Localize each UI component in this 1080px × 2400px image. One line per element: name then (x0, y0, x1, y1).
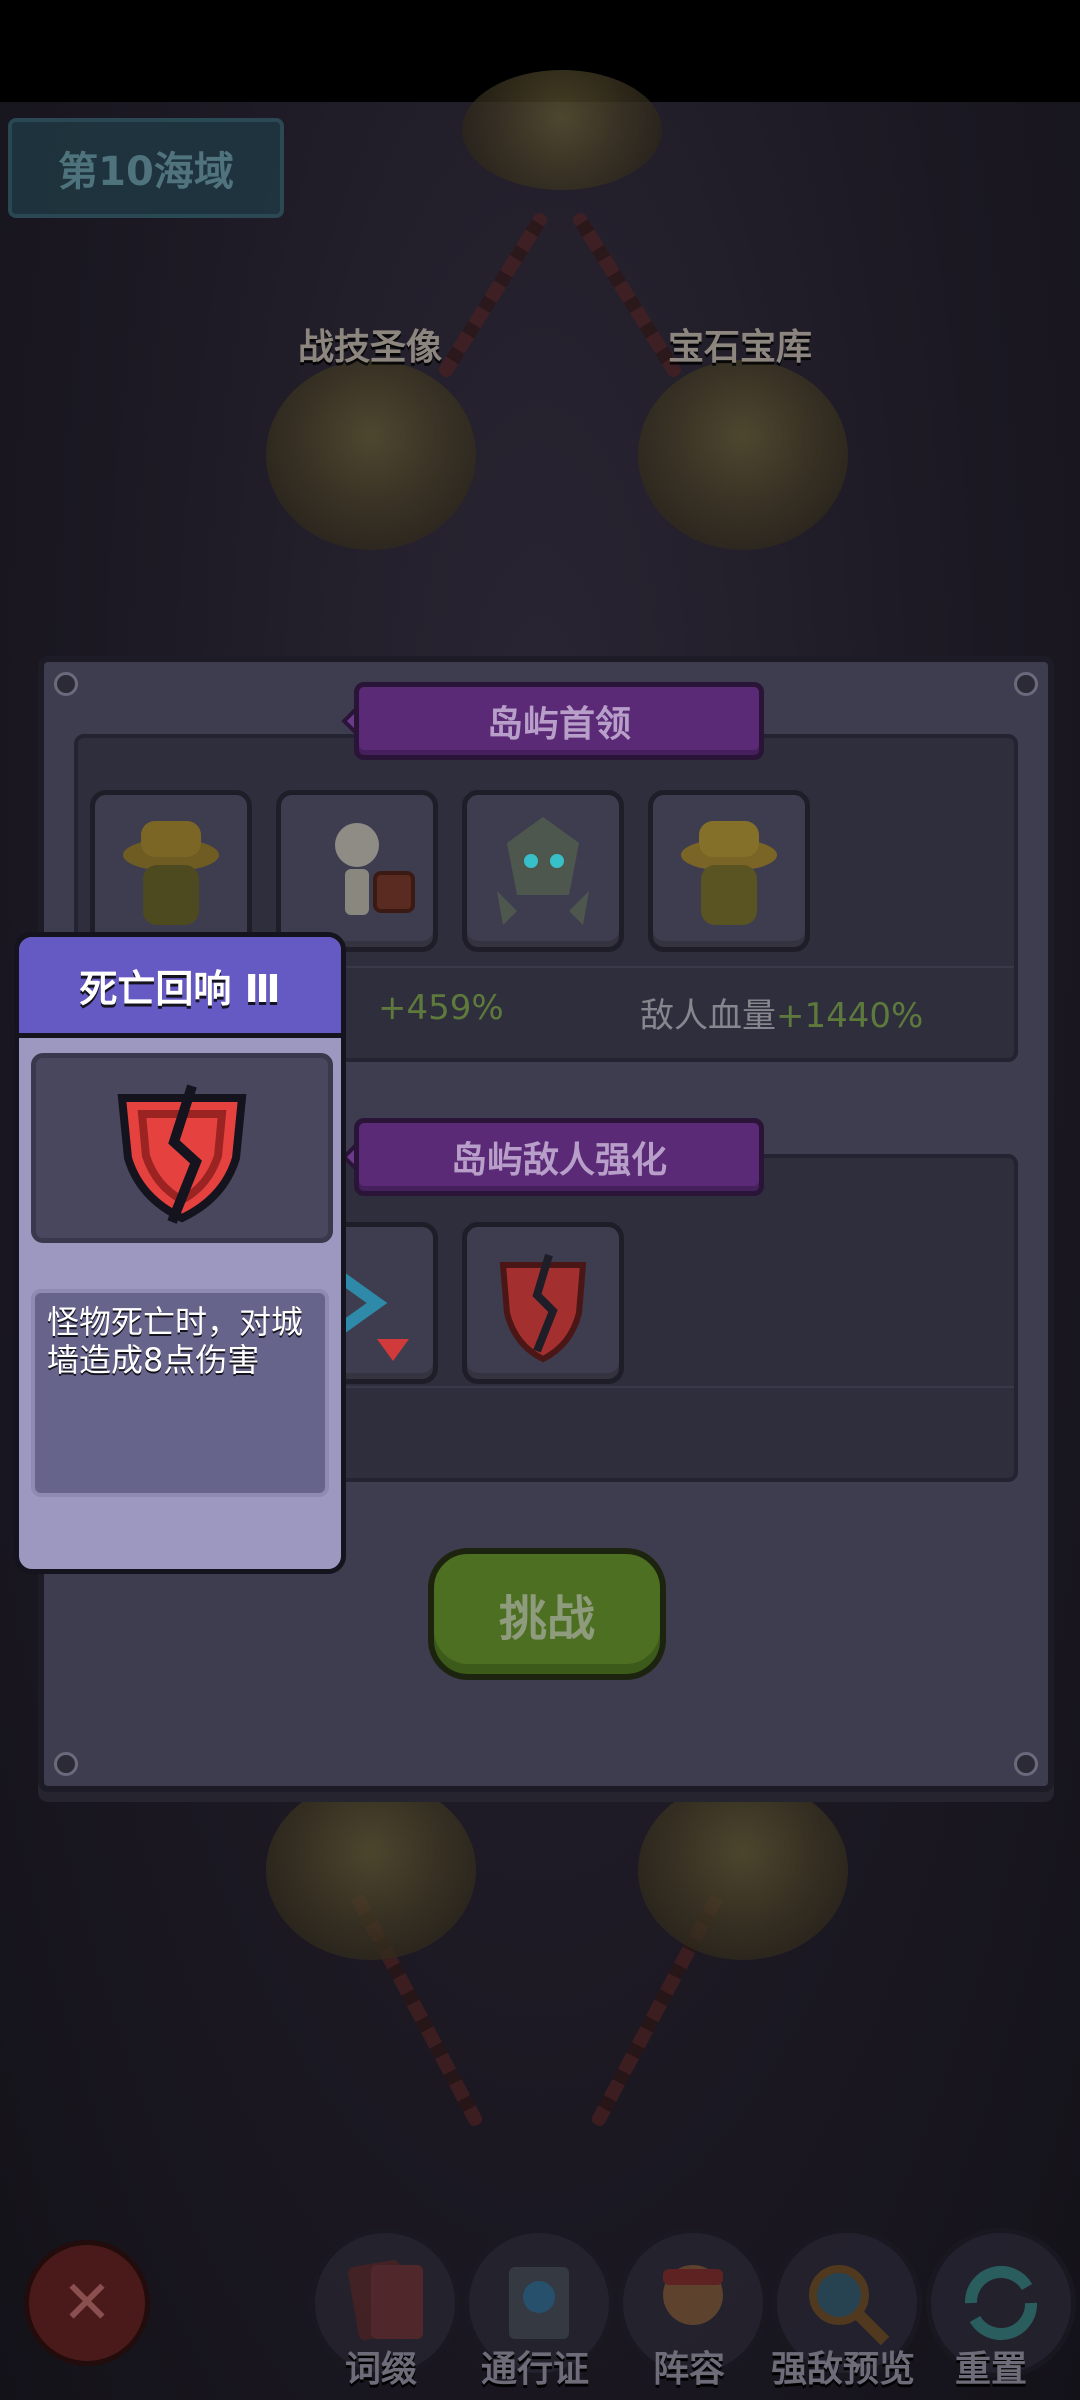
nav-lineup-label: 阵容 (652, 2349, 725, 2390)
enemy-buff-section-title: 岛屿敌人强化 (354, 1118, 764, 1196)
rivet (1014, 672, 1038, 696)
cracked-shield-icon (117, 1084, 247, 1224)
enemy-hp-stat: 敌人血量+1440% (640, 988, 923, 1037)
buff-card[interactable] (462, 1222, 624, 1384)
rock-golem-icon (497, 817, 589, 925)
boss-card[interactable] (648, 790, 810, 952)
boss-card[interactable] (276, 790, 438, 952)
nav-affixes-label: 词缀 (344, 2349, 417, 2390)
challenge-button[interactable]: 挑战 (428, 1548, 666, 1680)
close-icon: ✕ (61, 2268, 113, 2338)
tooltip-description: 怪物死亡时，对城墙造成8点伤害 (31, 1289, 329, 1497)
cracked-shield-icon (499, 1253, 587, 1363)
island-top[interactable] (462, 70, 662, 190)
boss-section-title: 岛屿首领 (354, 682, 764, 760)
boss-stat-1-value: +459% (378, 988, 504, 1028)
hat-monster-icon (123, 821, 219, 925)
tooltip-icon-frame (31, 1053, 333, 1243)
boss-stat-1: +459% (378, 988, 504, 1028)
close-button[interactable]: ✕ (24, 2240, 150, 2366)
hat-monster-icon (681, 821, 777, 925)
island-lower-left[interactable] (266, 1780, 476, 1960)
rivet (54, 672, 78, 696)
enemy-hp-label: 敌人血量 (640, 996, 776, 1036)
affix-tooltip: 死亡回响 Ⅲ 怪物死亡时，对城墙造成8点伤害 (14, 932, 346, 1574)
island-lower-right[interactable] (638, 1780, 848, 1960)
nav-pass-label: 通行证 (480, 2349, 589, 2390)
island-statue[interactable] (266, 360, 476, 550)
nav-reset-label: 重置 (954, 2349, 1027, 2390)
rivet (54, 1752, 78, 1776)
island-label-vault: 宝石宝库 (667, 327, 812, 368)
boss-card[interactable] (462, 790, 624, 952)
skeleton-icon (335, 823, 415, 915)
tooltip-title: 死亡回响 Ⅲ (19, 937, 341, 1038)
nav-enemy-preview-label: 强敌预览 (770, 2349, 915, 2390)
island-vault[interactable] (638, 360, 848, 550)
rivet (1014, 1752, 1038, 1776)
region-title: 第10海域 (8, 118, 284, 218)
enemy-hp-value: +1440% (776, 996, 924, 1036)
boss-card[interactable] (90, 790, 252, 952)
island-label-statue: 战技圣像 (297, 327, 442, 368)
